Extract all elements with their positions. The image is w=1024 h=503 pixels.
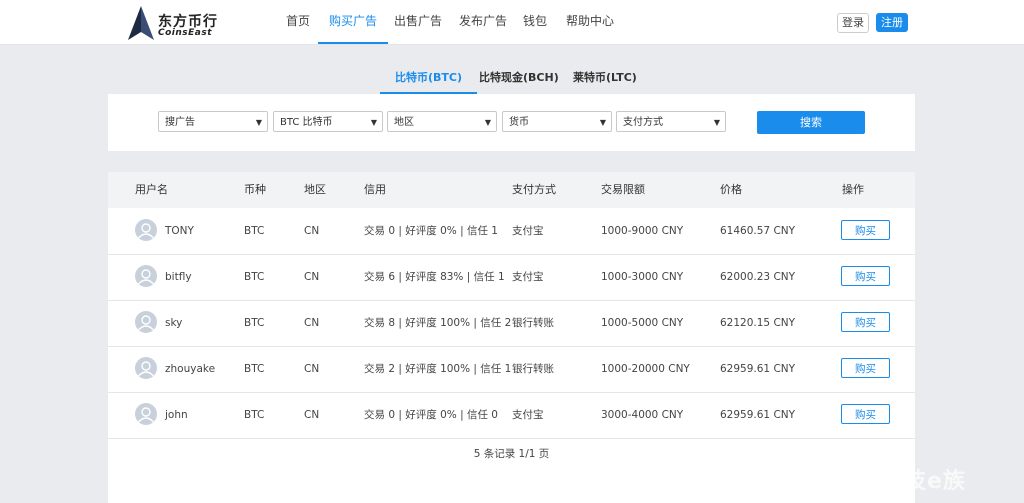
- table-row: john BTC CN 交易 0 | 好评度 0% | 信任 0 支付宝 300…: [108, 392, 915, 439]
- buy-button[interactable]: 购买: [841, 404, 890, 424]
- ad-type-select[interactable]: 搜广告 ▼: [158, 111, 268, 132]
- user-icon: [137, 269, 155, 285]
- payment-method-select[interactable]: 支付方式 ▼: [616, 111, 726, 132]
- buy-button[interactable]: 购买: [841, 266, 890, 286]
- register-button[interactable]: 注册: [876, 13, 908, 32]
- cell-credit: 交易 0 | 好评度 0% | 信任 0: [364, 409, 498, 421]
- cell-region: CN: [304, 271, 320, 283]
- buy-button[interactable]: 购买: [841, 220, 890, 240]
- tab-btc[interactable]: 比特币(BTC): [380, 70, 478, 94]
- cell-payment: 银行转账: [512, 363, 554, 375]
- currency-select-value: 货币: [509, 117, 529, 128]
- nav-buy-ads[interactable]: 购买广告: [318, 0, 389, 44]
- cell-limit: 1000-9000 CNY: [601, 225, 684, 237]
- coin-select[interactable]: BTC 比特币 ▼: [273, 111, 383, 132]
- cell-credit: 交易 2 | 好评度 100% | 信任 1: [364, 363, 512, 375]
- cell-price: 62959.61 CNY: [720, 363, 796, 375]
- logo-mountain-icon: [128, 6, 154, 40]
- column-header-credit: 信用: [364, 183, 386, 196]
- cell-region: CN: [304, 225, 320, 237]
- cell-credit: 交易 0 | 好评度 0% | 信任 1: [364, 225, 498, 237]
- cell-username[interactable]: bitfly: [165, 254, 192, 300]
- column-header-username: 用户名: [135, 183, 168, 196]
- cell-region: CN: [304, 363, 320, 375]
- chevron-down-icon: ▼: [484, 118, 491, 127]
- cell-coin: BTC: [244, 363, 265, 375]
- site-logo[interactable]: 东方币行 CoinsEast: [128, 6, 228, 40]
- payment-method-select-value: 支付方式: [623, 117, 663, 128]
- cell-coin: BTC: [244, 317, 265, 329]
- login-button[interactable]: 登录: [837, 13, 869, 33]
- avatar: [135, 265, 157, 287]
- logo-text-en: CoinsEast: [158, 28, 213, 38]
- search-panel: 搜广告 ▼ BTC 比特币 ▼ 地区 ▼ 货币 ▼ 支付方式 ▼ 搜索: [108, 94, 915, 151]
- cell-limit: 1000-3000 CNY: [601, 271, 684, 283]
- column-header-payment: 支付方式: [512, 183, 556, 196]
- cell-credit: 交易 8 | 好评度 100% | 信任 2: [364, 317, 512, 329]
- column-header-limit: 交易限额: [601, 183, 645, 196]
- cell-price: 62000.23 CNY: [720, 271, 796, 283]
- cell-limit: 1000-5000 CNY: [601, 317, 684, 329]
- table-row: bitfly BTC CN 交易 6 | 好评度 83% | 信任 1 支付宝 …: [108, 254, 915, 301]
- table-header: 用户名 币种 地区 信用 支付方式 交易限额 价格 操作: [108, 172, 915, 208]
- avatar: [135, 403, 157, 425]
- chevron-down-icon: ▼: [713, 118, 720, 127]
- cell-region: CN: [304, 317, 320, 329]
- chevron-down-icon: ▼: [599, 118, 606, 127]
- cell-limit: 3000-4000 CNY: [601, 409, 684, 421]
- user-icon: [137, 223, 155, 239]
- cell-price: 62120.15 CNY: [720, 317, 796, 329]
- cell-username[interactable]: sky: [165, 300, 182, 346]
- tab-ltc[interactable]: 莱特币(LTC): [573, 70, 637, 92]
- table-row: sky BTC CN 交易 8 | 好评度 100% | 信任 2 银行转账 1…: [108, 300, 915, 347]
- coin-select-value: BTC 比特币: [280, 117, 333, 128]
- avatar: [135, 357, 157, 379]
- cell-payment: 银行转账: [512, 317, 554, 329]
- avatar: [135, 219, 157, 241]
- tab-bch[interactable]: 比特现金(BCH): [479, 70, 559, 92]
- column-header-price: 价格: [720, 183, 742, 196]
- pagination-summary: 5 条记录 1/1 页: [473, 448, 550, 460]
- cell-price: 61460.57 CNY: [720, 225, 796, 237]
- cell-username[interactable]: john: [165, 392, 188, 438]
- cell-payment: 支付宝: [512, 271, 544, 283]
- nav-home[interactable]: 首页: [286, 0, 310, 42]
- buy-button[interactable]: 购买: [841, 358, 890, 378]
- top-navbar: 东方币行 CoinsEast 首页 购买广告 出售广告 发布广告 钱包 帮助中心…: [0, 0, 1024, 45]
- column-header-region: 地区: [304, 183, 326, 196]
- cell-coin: BTC: [244, 225, 265, 237]
- nav-help-center[interactable]: 帮助中心: [566, 0, 614, 42]
- avatar: [135, 311, 157, 333]
- cell-price: 62959.61 CNY: [720, 409, 796, 421]
- user-icon: [137, 407, 155, 423]
- column-header-coin: 币种: [244, 183, 266, 196]
- column-header-action: 操作: [842, 183, 864, 196]
- user-icon: [137, 361, 155, 377]
- cell-coin: BTC: [244, 409, 265, 421]
- buy-button[interactable]: 购买: [841, 312, 890, 332]
- table-row: zhouyake BTC CN 交易 2 | 好评度 100% | 信任 1 银…: [108, 346, 915, 393]
- cell-limit: 1000-20000 CNY: [601, 363, 690, 375]
- ad-type-select-value: 搜广告: [165, 117, 195, 128]
- cell-username[interactable]: zhouyake: [165, 346, 215, 392]
- chevron-down-icon: ▼: [370, 118, 377, 127]
- ads-table: 用户名 币种 地区 信用 支付方式 交易限额 价格 操作 TONY BTC CN…: [108, 172, 915, 503]
- currency-select[interactable]: 货币 ▼: [502, 111, 612, 132]
- cell-payment: 支付宝: [512, 409, 544, 421]
- user-icon: [137, 315, 155, 331]
- region-select[interactable]: 地区 ▼: [387, 111, 497, 132]
- nav-wallet[interactable]: 钱包: [523, 0, 547, 42]
- cell-credit: 交易 6 | 好评度 83% | 信任 1: [364, 271, 505, 283]
- cell-payment: 支付宝: [512, 225, 544, 237]
- cell-region: CN: [304, 409, 320, 421]
- watermark: 技e族: [904, 469, 966, 494]
- chevron-down-icon: ▼: [255, 118, 262, 127]
- nav-sell-ads[interactable]: 出售广告: [394, 0, 442, 42]
- cell-coin: BTC: [244, 271, 265, 283]
- table-row: TONY BTC CN 交易 0 | 好评度 0% | 信任 1 支付宝 100…: [108, 208, 915, 255]
- region-select-value: 地区: [394, 117, 414, 128]
- search-button[interactable]: 搜索: [757, 111, 865, 134]
- nav-post-ad[interactable]: 发布广告: [459, 0, 507, 42]
- cell-username[interactable]: TONY: [165, 208, 194, 254]
